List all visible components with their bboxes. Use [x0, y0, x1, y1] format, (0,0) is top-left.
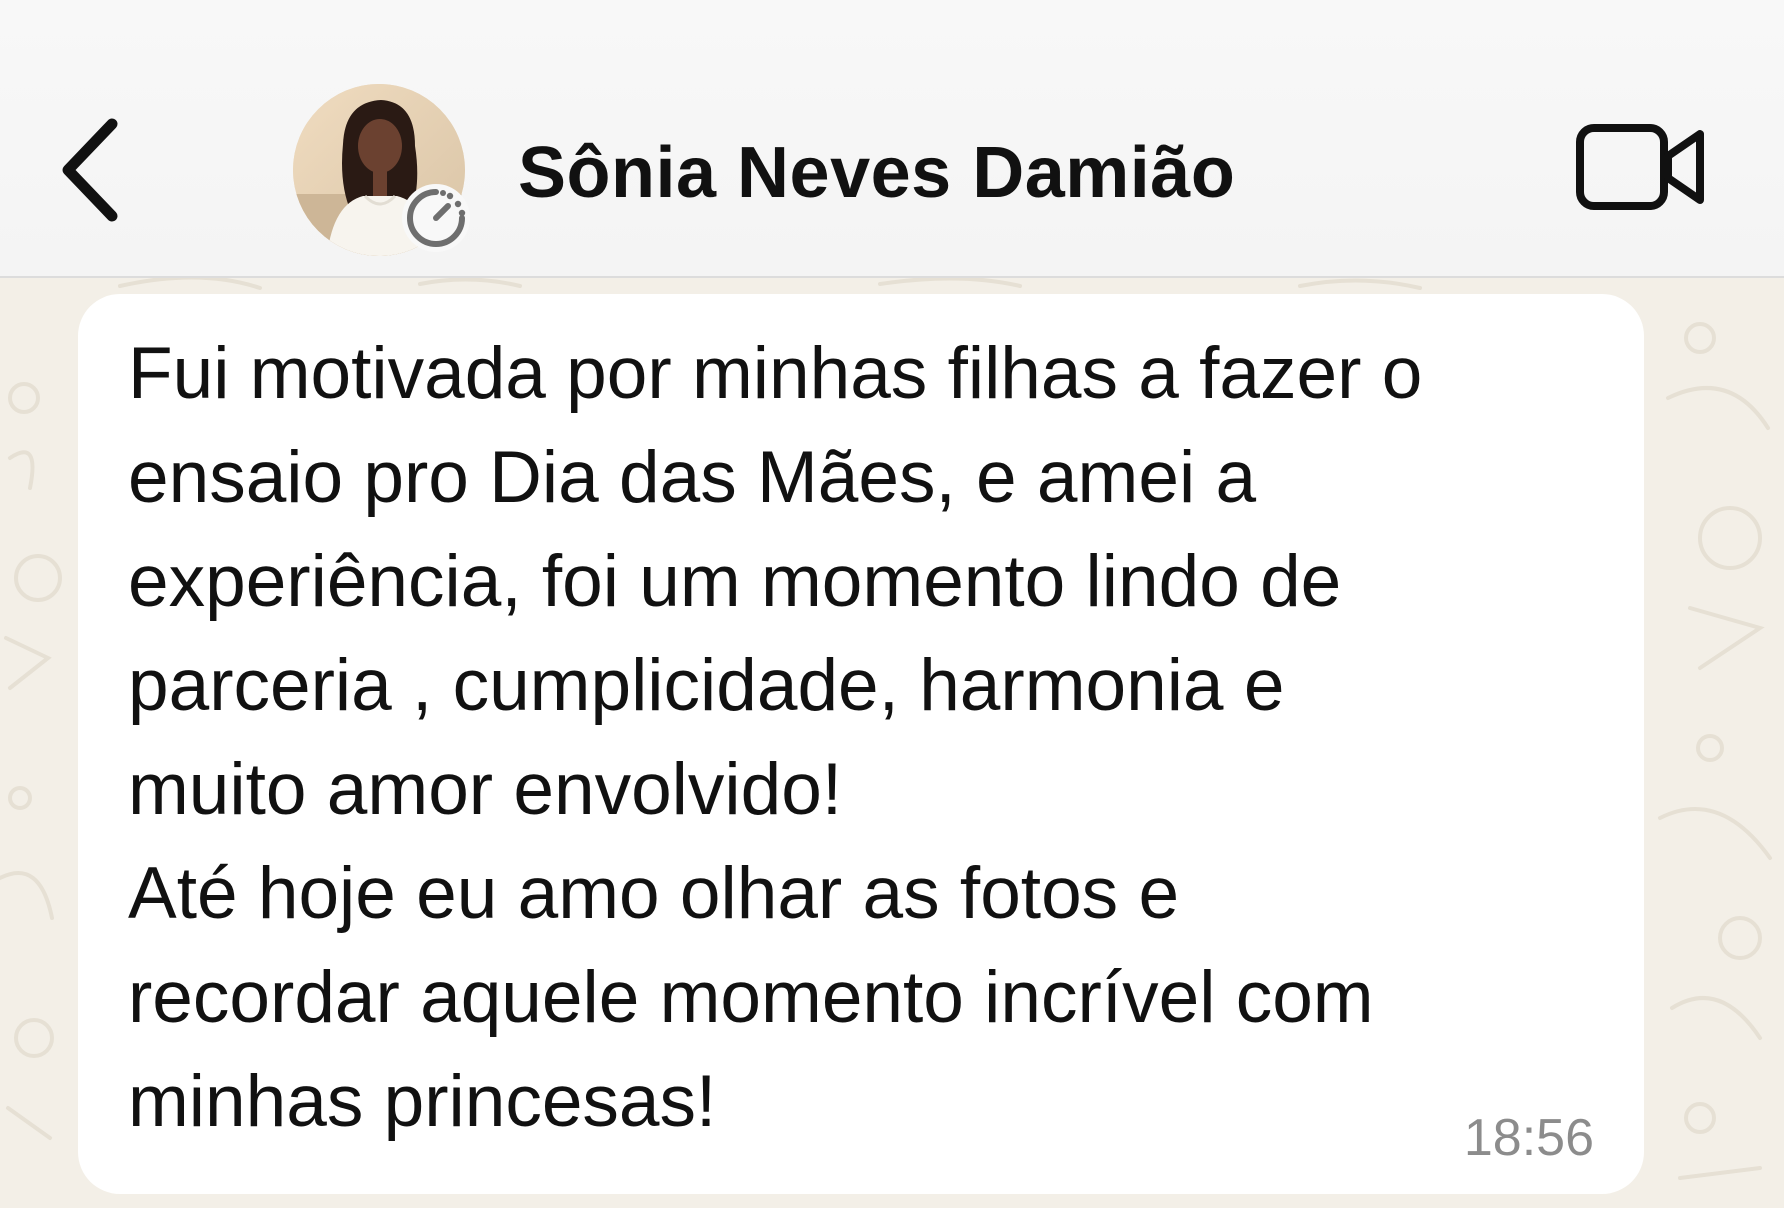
message-line: minhas princesas! — [128, 1061, 717, 1142]
video-call-button[interactable] — [1574, 118, 1710, 216]
chat-header: Sônia Neves Damião — [0, 0, 1784, 278]
message-line: Até hoje eu amo olhar as fotos e — [128, 853, 1180, 934]
message-line: recordar aquele momento incrível com — [128, 957, 1374, 1038]
video-camera-icon — [1576, 124, 1704, 210]
message-line: parceria , cumplicidade, harmonia e — [128, 645, 1285, 726]
contact-name[interactable]: Sônia Neves Damião — [518, 132, 1235, 214]
message-timestamp: 18:56 — [1463, 1109, 1594, 1167]
message-line: muito amor envolvido! — [128, 749, 843, 830]
chat-area[interactable]: Fui motivada por minhas filhas a fazer o… — [0, 278, 1784, 1208]
disappearing-timer-icon — [398, 180, 474, 256]
message-text: Fui motivada por minhas filhas a fazer o… — [128, 322, 1608, 1154]
chevron-left-icon — [62, 118, 118, 222]
message-line: ensaio pro Dia das Mães, e amei a — [128, 437, 1257, 518]
message-bubble[interactable]: Fui motivada por minhas filhas a fazer o… — [78, 294, 1644, 1194]
message-line: experiência, foi um momento lindo de — [128, 541, 1342, 622]
back-button[interactable] — [50, 110, 140, 230]
message-line: Fui motivada por minhas filhas a fazer o — [128, 333, 1423, 414]
